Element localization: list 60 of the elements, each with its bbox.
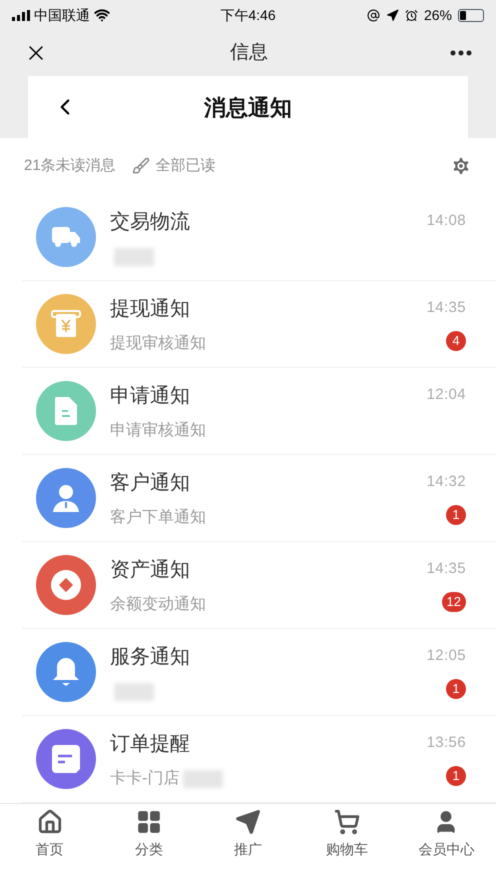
message-title: 资产通知 xyxy=(110,558,191,583)
battery-percent: 26% xyxy=(424,6,452,24)
bell-icon xyxy=(52,656,80,687)
signal-icon xyxy=(12,10,30,20)
nav-tab[interactable]: 购物车 xyxy=(298,804,397,866)
message-subtitle: 提现审核通知 xyxy=(110,334,206,354)
alarm-icon xyxy=(404,8,418,22)
message-subtitle: 申请审核通知 xyxy=(110,420,206,441)
nav-tab[interactable]: 会员中心 xyxy=(396,804,496,866)
message-subtitle: 客户下单通知 xyxy=(110,508,206,528)
person-icon xyxy=(51,482,81,513)
unread-count: 21条未读消息 xyxy=(24,156,116,176)
truck-icon xyxy=(51,224,81,249)
nav-tab[interactable]: 推广 xyxy=(198,804,298,866)
unread-badge: 4 xyxy=(446,330,466,351)
window-title: 信息 xyxy=(229,40,269,65)
wifi-icon xyxy=(94,7,110,23)
nav-tab[interactable]: 分类 xyxy=(99,804,198,866)
message-time: 12:05 xyxy=(426,646,466,666)
message-item[interactable]: 交易物流 14:08 xyxy=(22,194,496,281)
message-item[interactable]: 服务通知 12:05 1 xyxy=(22,628,496,716)
message-icon xyxy=(51,744,81,774)
message-subtitle: 余额变动通知 xyxy=(110,594,206,615)
message-time: 14:08 xyxy=(426,210,466,231)
message-item[interactable]: 资产通知 余额变动通知 14:35 12 xyxy=(22,542,496,629)
home-icon xyxy=(36,809,63,836)
status-time: 下午4:46 xyxy=(219,6,277,24)
paper-plane-icon xyxy=(235,809,261,836)
unread-badge: 1 xyxy=(446,504,466,525)
battery-icon xyxy=(458,8,484,22)
carrier-name: 中国联通 xyxy=(34,6,90,24)
cart-icon xyxy=(334,809,360,836)
more-button[interactable] xyxy=(450,50,472,56)
coin-icon xyxy=(50,568,82,601)
message-item[interactable]: 提现通知 提现审核通知 14:35 4 xyxy=(22,280,496,368)
message-title: 申请通知 xyxy=(110,384,191,409)
message-title: 提现通知 xyxy=(110,296,191,322)
nav-tab[interactable]: 首页 xyxy=(0,804,100,866)
message-time: 13:56 xyxy=(426,732,466,753)
grid-icon xyxy=(136,809,162,836)
message-time: 12:04 xyxy=(426,384,466,405)
message-time: 14:35 xyxy=(426,558,466,579)
message-title: 服务通知 xyxy=(110,644,191,670)
message-item[interactable]: 申请通知 申请审核通知 12:04 xyxy=(22,368,496,455)
message-title: 订单提醒 xyxy=(110,732,191,757)
message-subtitle: 卡卡-门店 xyxy=(110,768,180,789)
message-item[interactable]: 订单提醒 卡卡-门店 13:56 1 xyxy=(22,716,496,803)
location-icon xyxy=(386,8,399,22)
unread-badge: 1 xyxy=(446,678,466,699)
receipt-icon xyxy=(51,310,81,338)
message-title: 交易物流 xyxy=(110,210,191,235)
message-time: 14:32 xyxy=(426,472,466,492)
unread-badge: 1 xyxy=(446,766,466,786)
message-time: 14:35 xyxy=(426,298,466,318)
message-item[interactable]: 客户通知 客户下单通知 14:32 1 xyxy=(22,454,496,542)
unread-badge: 12 xyxy=(442,592,466,612)
page-title: 消息通知 xyxy=(202,94,293,122)
document-icon xyxy=(54,396,78,426)
more-icon xyxy=(450,50,472,56)
message-title: 客户通知 xyxy=(110,470,191,496)
